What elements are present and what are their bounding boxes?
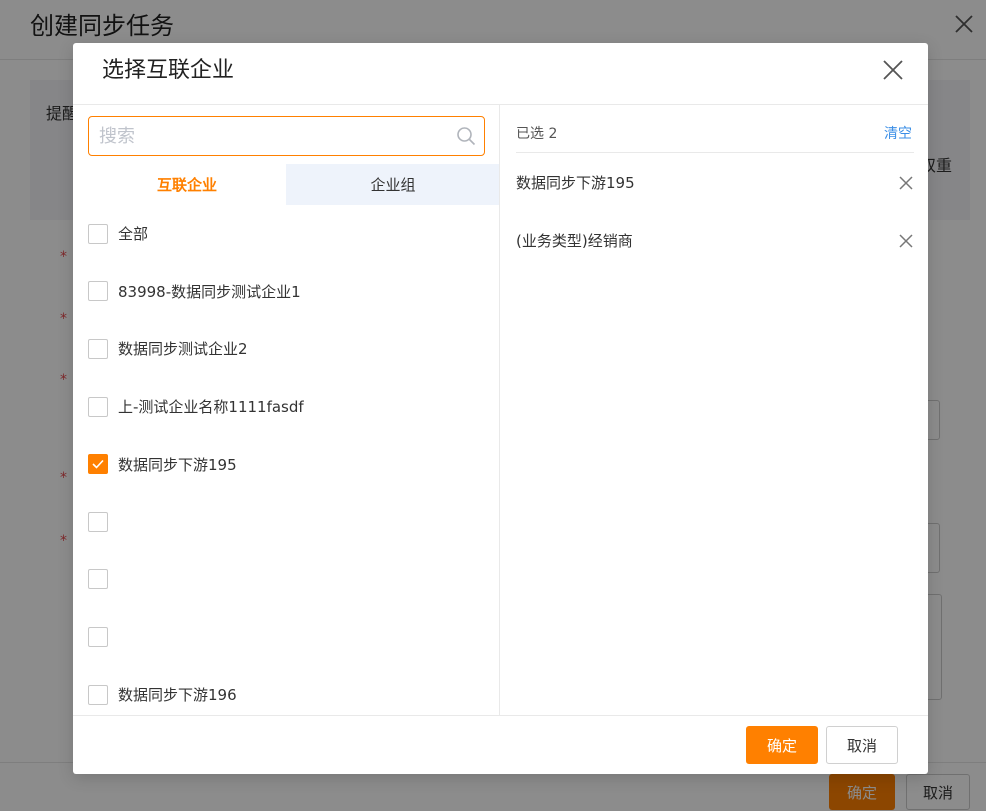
selected-item: (业务类型)经销商 [516, 211, 914, 269]
list-item-label: 83998-数据同步测试企业1 [118, 282, 301, 301]
confirm-button[interactable]: 确定 [746, 726, 818, 764]
list-item[interactable]: 上-测试企业名称1111fasdf [88, 378, 488, 436]
list-item-label: 数据同步下游196 [118, 686, 237, 705]
list-item[interactable] [88, 608, 488, 666]
checkbox[interactable] [88, 511, 108, 532]
enterprise-list: 全部 83998-数据同步测试企业1 数据同步测试企业2 上-测试企业名称111… [88, 205, 488, 715]
tab-bar: 互联企业 企业组 [88, 164, 499, 205]
search-box [88, 116, 485, 156]
dialog-title: 选择互联企业 [102, 58, 235, 83]
selected-header: 已选 2 清空 [516, 105, 914, 153]
selected-item: 数据同步下游195 [516, 153, 914, 211]
selected-item-label: 数据同步下游195 [516, 174, 635, 192]
list-item-label: 数据同步测试企业2 [118, 340, 248, 359]
list-item-label: 全部 [118, 225, 149, 244]
cancel-button[interactable]: 取消 [826, 726, 898, 764]
list-item-label: 数据同步下游195 [118, 455, 237, 474]
checkbox[interactable] [88, 569, 108, 590]
checkbox[interactable] [88, 626, 108, 647]
clear-link[interactable]: 清空 [884, 125, 912, 143]
remove-icon[interactable] [898, 233, 914, 249]
selected-list: 数据同步下游195 (业务类型)经销商 [516, 153, 914, 269]
list-item[interactable]: 数据同步下游196 [88, 666, 488, 715]
selected-pane: 已选 2 清空 数据同步下游195 (业务类型)经销商 [501, 105, 928, 715]
tab-interconnected-enterprise[interactable]: 互联企业 [88, 164, 286, 205]
search-input[interactable] [99, 117, 449, 155]
checkbox[interactable] [88, 338, 108, 359]
remove-icon[interactable] [898, 175, 914, 191]
dialog-footer: 确定 取消 [73, 715, 928, 774]
list-item[interactable]: 数据同步下游195 [88, 435, 488, 493]
checkbox[interactable] [88, 684, 108, 705]
search-icon[interactable] [456, 126, 476, 146]
selected-count: 已选 2 [516, 126, 558, 142]
tab-enterprise-group[interactable]: 企业组 [286, 164, 499, 205]
selected-item-label: (业务类型)经销商 [516, 232, 633, 250]
list-item[interactable] [88, 551, 488, 609]
checkbox[interactable] [88, 281, 108, 302]
check-icon [92, 460, 104, 469]
list-item[interactable] [88, 493, 488, 551]
enterprise-list-pane: 互联企业 企业组 全部 83998-数据同步测试企业1 数据同步测试企业2 上-… [73, 105, 500, 715]
checkbox[interactable] [88, 223, 108, 244]
checkbox-checked[interactable] [88, 454, 108, 475]
list-item[interactable]: 全部 [88, 205, 488, 263]
list-item-label: 上-测试企业名称1111fasdf [118, 398, 304, 417]
list-item[interactable]: 83998-数据同步测试企业1 [88, 263, 488, 321]
close-icon[interactable] [881, 58, 905, 82]
select-enterprise-dialog: 选择互联企业 互联企业 企业组 全部 83998-数据同步测试企业1 [73, 43, 928, 774]
checkbox[interactable] [88, 396, 108, 417]
dialog-header: 选择互联企业 [73, 43, 928, 105]
list-item[interactable]: 数据同步测试企业2 [88, 320, 488, 378]
